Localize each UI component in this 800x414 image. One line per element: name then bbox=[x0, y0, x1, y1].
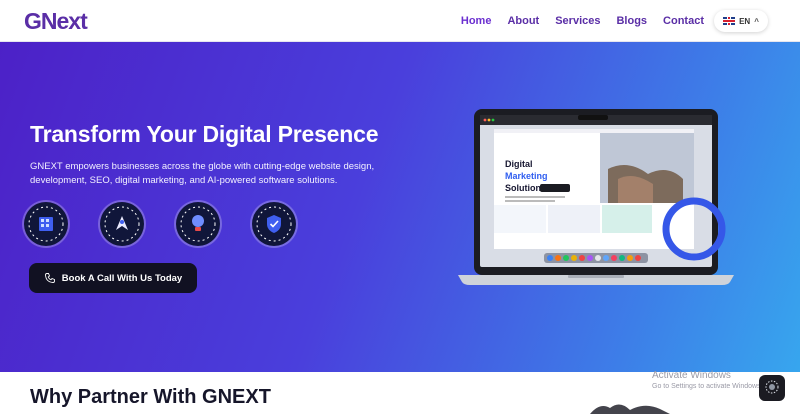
windows-activation-watermark: Activate Windows Go to Settings to activ… bbox=[652, 370, 763, 390]
chevron-up-icon: ^ bbox=[754, 16, 759, 26]
activate-line2: Go to Settings to activate Windows. bbox=[652, 383, 763, 390]
svg-text:GNext: GNext bbox=[24, 8, 88, 34]
gnext-logo[interactable]: GNext bbox=[24, 6, 104, 36]
hero-section: Transform Your Digital Presence GNEXT em… bbox=[0, 42, 800, 372]
uk-flag-icon bbox=[723, 17, 736, 25]
building-icon bbox=[24, 202, 68, 246]
lightbulb-icon bbox=[176, 202, 220, 246]
hero-subtitle: GNEXT empowers businesses across the glo… bbox=[30, 161, 375, 186]
book-call-button[interactable]: Book A Call With Us Today bbox=[29, 263, 197, 293]
chat-widget-button[interactable] bbox=[759, 375, 785, 401]
section-title: Why Partner With GNEXT bbox=[30, 386, 271, 408]
nav-home-link[interactable]: Home bbox=[461, 15, 492, 27]
book-call-label: Book A Call With Us Today bbox=[61, 272, 183, 284]
hero-title: Transform Your Digital Presence bbox=[30, 121, 379, 147]
shield-check-icon bbox=[252, 202, 296, 246]
decorative-shape bbox=[590, 404, 670, 414]
chat-icon bbox=[765, 380, 779, 394]
laptop-headline-1: Digital bbox=[505, 159, 533, 169]
laptop-headline-2: Marketing bbox=[505, 171, 548, 181]
nav-about-link[interactable]: About bbox=[507, 15, 539, 27]
nav-contact-link[interactable]: Contact bbox=[663, 15, 704, 27]
laptop-mockup: Digital Marketing Solutions. bbox=[458, 109, 734, 285]
language-code: EN bbox=[739, 16, 751, 26]
nav-blogs-link[interactable]: Blogs bbox=[616, 15, 647, 27]
nav-services-link[interactable]: Services bbox=[555, 15, 600, 27]
feature-icons bbox=[24, 202, 296, 246]
language-selector[interactable]: EN ^ bbox=[714, 10, 768, 32]
rocket-icon bbox=[100, 202, 144, 246]
activate-line1: Activate Windows bbox=[652, 370, 731, 381]
phone-icon bbox=[44, 273, 55, 283]
nav-links: Home About Services Blogs Contact bbox=[461, 0, 704, 42]
top-navbar: GNext Home About Services Blogs Contact … bbox=[0, 0, 800, 42]
